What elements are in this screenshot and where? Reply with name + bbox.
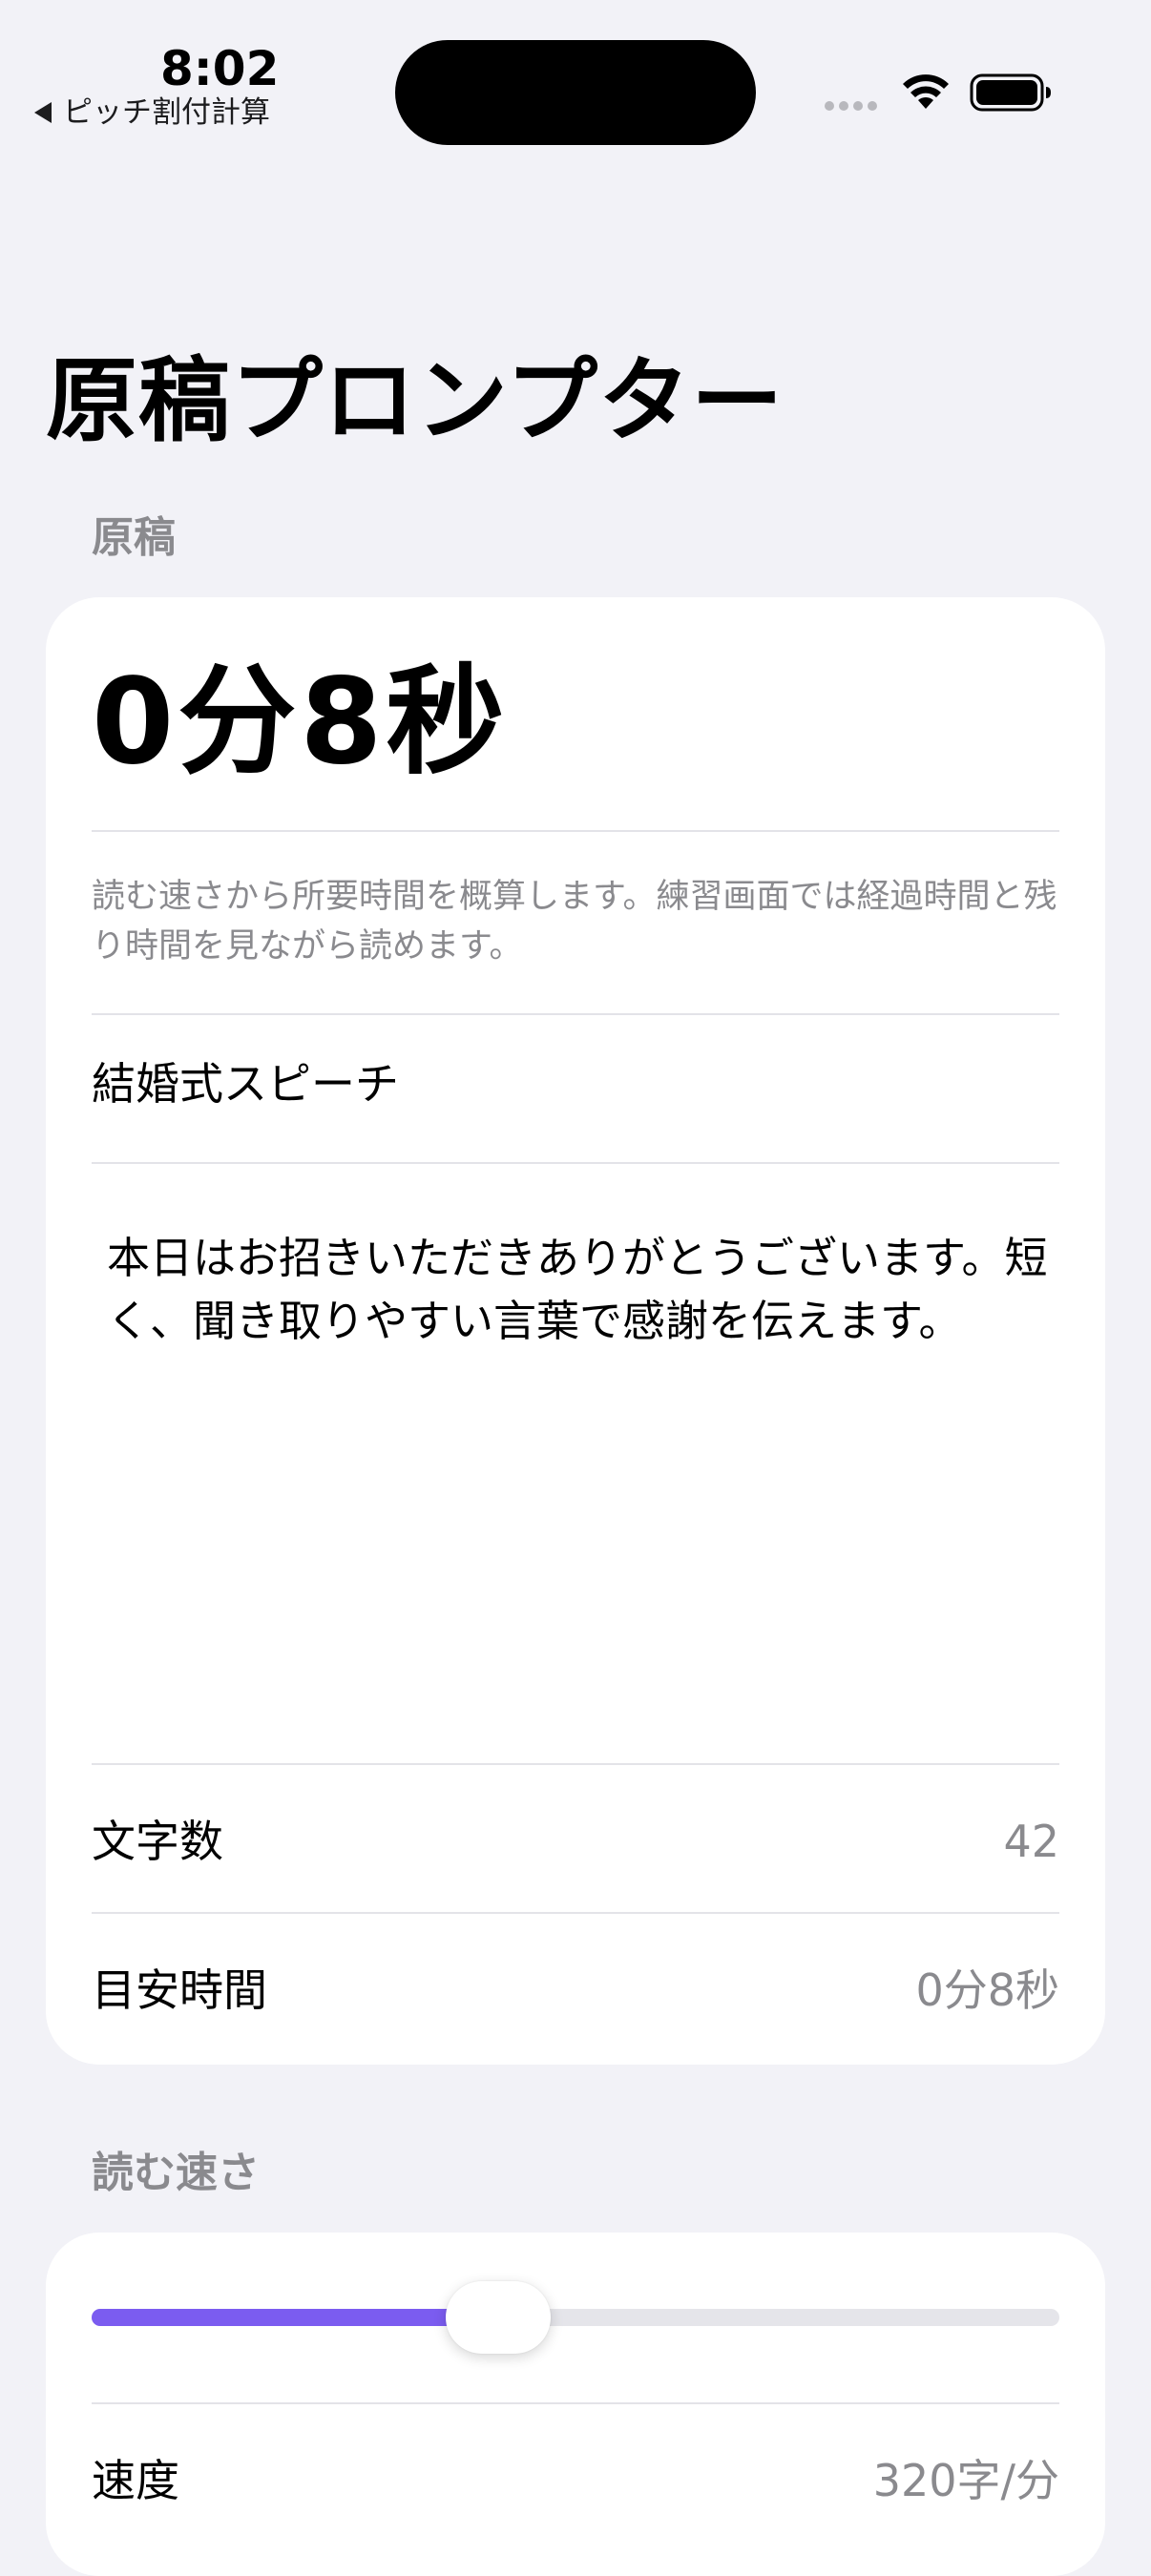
divider: [92, 1162, 1059, 1164]
speed-value: 320字/分: [872, 2455, 1059, 2506]
script-card: 0分8秒 読む速さから所要時間を概算します。練習画面では経過時間と残り時間を見な…: [46, 597, 1105, 2065]
slider-thumb[interactable]: [445, 2281, 551, 2354]
slider-fill: [92, 2309, 498, 2326]
script-text-editor[interactable]: 本日はお招きいただきありがとうございます。短く、聞き取りやすい言葉で感謝を伝えま…: [107, 1227, 1061, 1353]
reading-speed-card: 速度 320字/分: [46, 2233, 1105, 2576]
status-time: 8:02: [160, 41, 280, 96]
divider: [92, 1013, 1059, 1015]
reading-speed-section-header: 読む速さ: [92, 2149, 260, 2197]
wifi-icon: [903, 74, 949, 109]
description-text: 読む速さから所要時間を概算します。練習画面では経過時間と残り時間を見ながら読めま…: [92, 878, 1057, 966]
back-triangle-icon: [34, 102, 52, 123]
battery-icon: [970, 73, 1051, 112]
char-count-label: 文字数: [92, 1816, 223, 1867]
back-to-app-label: ピッチ割付計算: [63, 95, 270, 130]
divider: [92, 1763, 1059, 1765]
estimated-time-value: 0分8秒: [915, 1964, 1059, 2016]
divider: [92, 830, 1059, 832]
cellular-signal-icon: [825, 101, 877, 111]
estimated-time-display: 0分8秒: [92, 654, 509, 791]
speed-label: 速度: [92, 2455, 179, 2506]
divider: [92, 2402, 1059, 2404]
page-title: 原稿プロンプター: [46, 347, 785, 454]
dynamic-island: [395, 40, 756, 145]
reading-speed-slider[interactable]: [92, 2281, 1059, 2354]
divider: [92, 1912, 1059, 1914]
estimated-time-label: 目安時間: [92, 1964, 267, 2016]
char-count-value: 42: [1003, 1816, 1059, 1867]
script-section-header: 原稿: [92, 513, 176, 562]
back-to-app-link[interactable]: ピッチ割付計算: [34, 93, 270, 132]
script-title-field[interactable]: [92, 1057, 1046, 1111]
